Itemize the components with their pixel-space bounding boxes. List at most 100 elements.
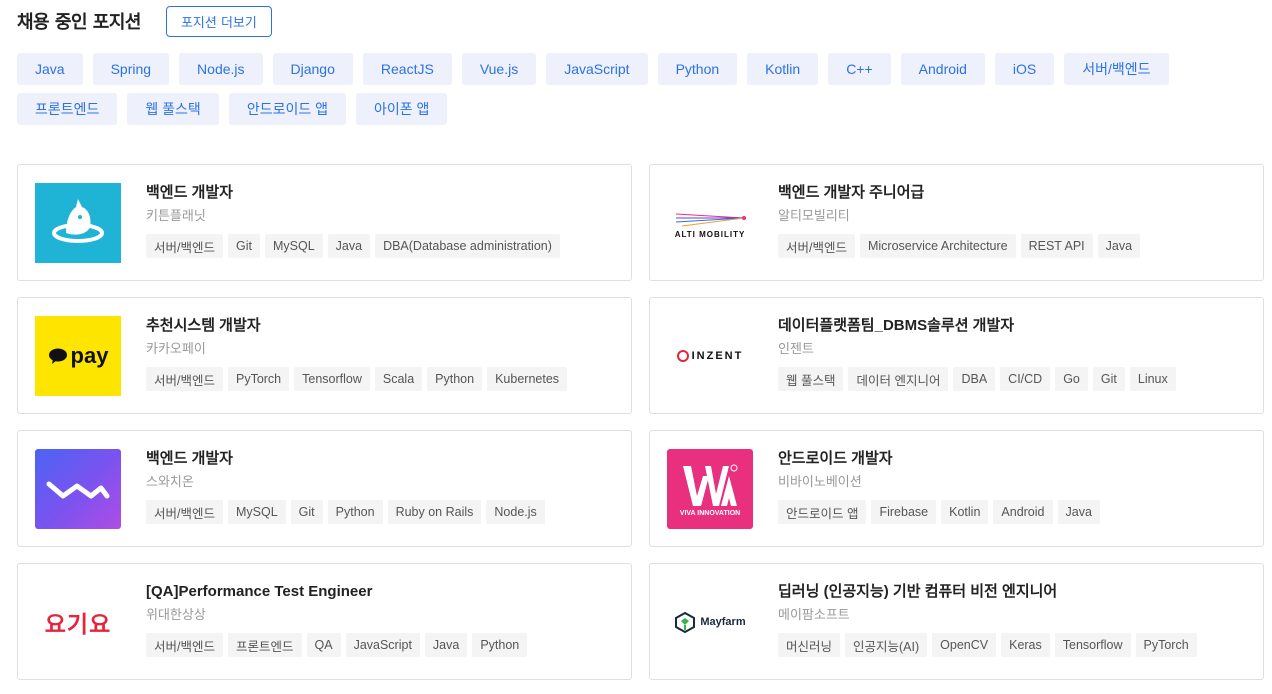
filter-chip[interactable]: 아이폰 앱 bbox=[356, 93, 448, 125]
skill-tag: 인공지능(AI) bbox=[845, 633, 928, 657]
company-name: 카카오페이 bbox=[146, 342, 206, 357]
filter-chip[interactable]: 웹 풀스택 bbox=[127, 93, 219, 125]
more-positions-button[interactable]: 포지션 더보기 bbox=[165, 5, 272, 37]
filter-chip[interactable]: Spring bbox=[92, 53, 170, 85]
wave-icon bbox=[46, 481, 110, 499]
skill-tag: DBA bbox=[953, 367, 996, 391]
position-card[interactable]: ALTI MOBILITY 백엔드 개발자 주니어급 알티모빌리티 서버/백엔드… bbox=[649, 164, 1264, 281]
alti-logo-text: ALTI MOBILITY bbox=[674, 229, 746, 239]
filter-chip[interactable]: JavaScript bbox=[546, 53, 648, 85]
filter-chip[interactable]: C++ bbox=[828, 53, 891, 85]
filter-chip[interactable]: Vue.js bbox=[461, 53, 537, 85]
filter-chip[interactable]: Java bbox=[17, 53, 83, 85]
skill-tag: QA bbox=[306, 633, 341, 657]
skill-tag: Firebase bbox=[871, 500, 937, 524]
skill-tag: Kotlin bbox=[941, 500, 989, 524]
skill-tag: Git bbox=[1092, 367, 1125, 391]
skill-tag: 서버/백엔드 bbox=[146, 633, 223, 657]
skill-tag: Ruby on Rails bbox=[387, 500, 482, 524]
position-title: 백엔드 개발자 bbox=[146, 450, 233, 467]
filter-chip[interactable]: Django bbox=[272, 53, 353, 85]
filter-chip[interactable]: 서버/백엔드 bbox=[1064, 53, 1169, 85]
skill-tag: 서버/백엔드 bbox=[146, 234, 223, 258]
position-card[interactable]: 요기요 [QA]Performance Test Engineer 위대한상상 … bbox=[17, 563, 632, 680]
filter-chip[interactable]: 안드로이드 앱 bbox=[228, 93, 346, 125]
position-card-grid: 백엔드 개발자 키튼플래닛 서버/백엔드 Git MySQL Java DBA(… bbox=[17, 164, 1264, 680]
position-card[interactable]: 백엔드 개발자 키튼플래닛 서버/백엔드 Git MySQL Java DBA(… bbox=[17, 164, 632, 281]
skill-tags: 서버/백엔드 Microservice Architecture REST AP… bbox=[778, 234, 1253, 258]
position-title: [QA]Performance Test Engineer bbox=[146, 583, 373, 600]
mayfarm-cube-icon bbox=[675, 611, 696, 633]
skill-filter-list: Java Spring Node.js Django ReactJS Vue.j… bbox=[17, 53, 1247, 125]
position-title: 딥러닝 (인공지능) 기반 컴퓨터 비전 엔지니어 bbox=[778, 583, 1058, 600]
skill-tags: 머신러닝 인공지능(AI) OpenCV Keras Tensorflow Py… bbox=[778, 633, 1253, 657]
skill-tag: Git bbox=[227, 234, 260, 258]
filter-chip[interactable]: Kotlin bbox=[747, 53, 819, 85]
inzent-logo-text: INZENT bbox=[691, 350, 744, 362]
position-title: 추천시스템 개발자 bbox=[146, 317, 261, 334]
skill-tag: Python bbox=[427, 367, 483, 391]
position-card[interactable]: Mayfarm 딥러닝 (인공지능) 기반 컴퓨터 비전 엔지니어 메이팜소프트… bbox=[649, 563, 1264, 680]
position-info: 데이터플랫폼팀_DBMS솔루션 개발자 인젠트 웹 풀스택 데이터 엔지니어 D… bbox=[778, 316, 1253, 391]
filter-chip[interactable]: Android bbox=[900, 53, 985, 85]
position-info: [QA]Performance Test Engineer 위대한상상 서버/백… bbox=[146, 582, 621, 657]
company-name: 비바이노베이션 bbox=[778, 475, 862, 490]
alti-mobility-logo: ALTI MOBILITY bbox=[667, 183, 753, 263]
skill-tag: Go bbox=[1055, 367, 1088, 391]
company-name: 키튼플래닛 bbox=[146, 209, 206, 224]
skill-tag: 서버/백엔드 bbox=[146, 367, 223, 391]
position-card[interactable]: INZENT 데이터플랫폼팀_DBMS솔루션 개발자 인젠트 웹 풀스택 데이터… bbox=[649, 297, 1264, 414]
alti-lines-icon bbox=[675, 213, 746, 226]
inzent-circle-icon bbox=[676, 350, 689, 362]
filter-chip[interactable]: iOS bbox=[994, 53, 1055, 85]
skill-tag: PyTorch bbox=[227, 367, 290, 391]
kitten-planet-logo bbox=[35, 183, 121, 263]
skill-tags: 서버/백엔드 프론트엔드 QA JavaScript Java Python bbox=[146, 633, 621, 657]
skill-tag: Linux bbox=[1129, 367, 1176, 391]
position-info: 백엔드 개발자 키튼플래닛 서버/백엔드 Git MySQL Java DBA(… bbox=[146, 183, 621, 258]
viva-innovation-logo: VIVA INNOVATION bbox=[667, 449, 753, 529]
filter-chip[interactable]: ReactJS bbox=[362, 53, 452, 85]
position-info: 딥러닝 (인공지능) 기반 컴퓨터 비전 엔지니어 메이팜소프트 머신러닝 인공… bbox=[778, 582, 1253, 657]
viva-mark-icon bbox=[683, 464, 738, 506]
company-name: 메이팜소프트 bbox=[778, 608, 850, 623]
position-card[interactable]: 백엔드 개발자 스와치온 서버/백엔드 MySQL Git Python Rub… bbox=[17, 430, 632, 547]
position-info: 백엔드 개발자 스와치온 서버/백엔드 MySQL Git Python Rub… bbox=[146, 449, 621, 524]
skill-tag: Java bbox=[327, 234, 371, 258]
skill-tag: 서버/백엔드 bbox=[146, 500, 223, 524]
cat-planet-icon bbox=[52, 199, 104, 243]
skill-tag: 데이터 엔지니어 bbox=[848, 367, 949, 391]
skill-tag: 웹 풀스택 bbox=[778, 367, 844, 391]
skill-tag: 머신러닝 bbox=[778, 633, 841, 657]
filter-chip[interactable]: Node.js bbox=[179, 53, 263, 85]
company-name: 알티모빌리티 bbox=[778, 209, 850, 224]
skill-tag: Scala bbox=[374, 367, 423, 391]
filter-chip[interactable]: Python bbox=[657, 53, 738, 85]
skill-tag: 안드로이드 앱 bbox=[778, 500, 867, 524]
position-info: 추천시스템 개발자 카카오페이 서버/백엔드 PyTorch Tensorflo… bbox=[146, 316, 621, 391]
position-info: 백엔드 개발자 주니어급 알티모빌리티 서버/백엔드 Microservice … bbox=[778, 183, 1253, 258]
skill-tag: Git bbox=[290, 500, 323, 524]
skill-tag: Java bbox=[1057, 500, 1100, 524]
position-card[interactable]: pay 추천시스템 개발자 카카오페이 서버/백엔드 PyTorch Tenso… bbox=[17, 297, 632, 414]
skill-tag: PyTorch bbox=[1135, 633, 1197, 657]
skill-tag: DBA(Database administration) bbox=[375, 234, 560, 258]
skill-tag: 서버/백엔드 bbox=[778, 234, 855, 258]
section-header: 채용 중인 포지션 포지션 더보기 bbox=[17, 5, 272, 37]
skill-tag: MySQL bbox=[227, 500, 286, 524]
page-title: 채용 중인 포지션 bbox=[17, 12, 141, 33]
skill-tag: Microservice Architecture bbox=[859, 234, 1016, 258]
speech-bubble-icon bbox=[48, 348, 67, 364]
inzent-logo: INZENT bbox=[667, 316, 753, 396]
position-card[interactable]: VIVA INNOVATION 안드로이드 개발자 비바이노베이션 안드로이드 … bbox=[649, 430, 1264, 547]
kakaopay-logo: pay bbox=[35, 316, 121, 396]
mayfarm-logo-text: Mayfarm bbox=[700, 616, 746, 628]
skill-tags: 서버/백엔드 PyTorch Tensorflow Scala Python K… bbox=[146, 367, 621, 391]
skill-tag: Tensorflow bbox=[1054, 633, 1131, 657]
skill-tag: Node.js bbox=[486, 500, 545, 524]
filter-chip[interactable]: 프론트엔드 bbox=[17, 93, 118, 125]
skill-tag: Kubernetes bbox=[487, 367, 568, 391]
viva-logo-text: VIVA INNOVATION bbox=[679, 509, 741, 517]
skill-tags: 웹 풀스택 데이터 엔지니어 DBA CI/CD Go Git Linux bbox=[778, 367, 1253, 391]
company-name: 스와치온 bbox=[146, 475, 194, 490]
